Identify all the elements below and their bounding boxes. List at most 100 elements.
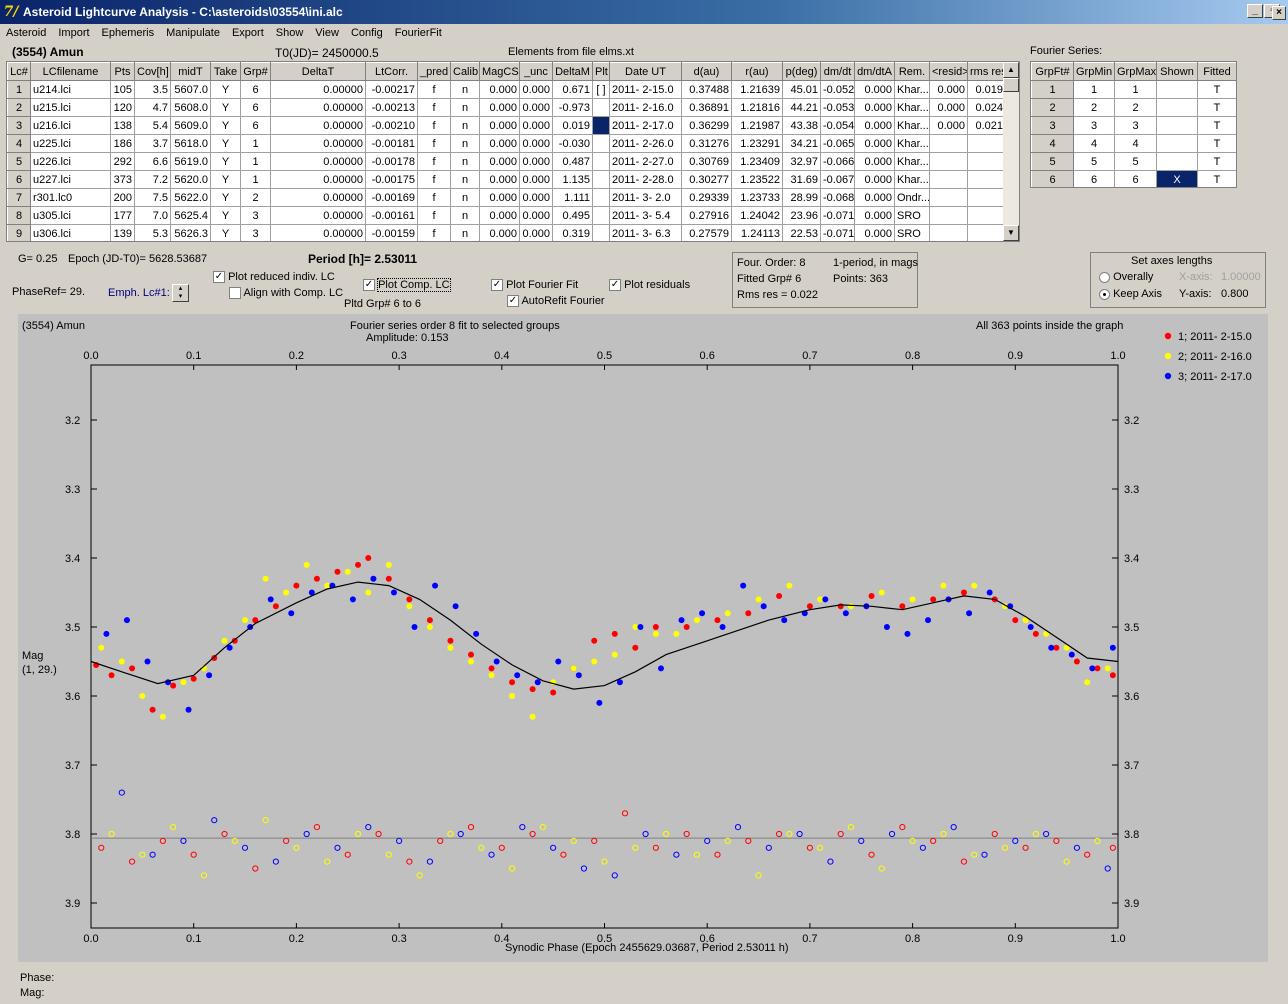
lc-col-header[interactable]: r(au): [731, 62, 783, 81]
lc-cell[interactable]: Y: [210, 80, 241, 99]
fourier-col-header[interactable]: GrpMin: [1073, 62, 1115, 81]
lc-cell[interactable]: 32.97: [782, 152, 821, 171]
lc-col-header[interactable]: Rem.: [894, 62, 930, 81]
lc-cell[interactable]: 1: [240, 134, 271, 153]
lc-cell[interactable]: -0.00159: [365, 224, 418, 241]
lc-cell[interactable]: f: [417, 188, 451, 207]
plot-fourier-checkbox[interactable]: ✓ Plot Fourier Fit: [491, 279, 578, 292]
lc-col-header[interactable]: Cov[h]: [134, 62, 171, 81]
lc-cell[interactable]: 0.000: [519, 116, 553, 135]
fourier-cell[interactable]: 2: [1073, 98, 1115, 117]
fourier-cell[interactable]: 6: [1073, 170, 1115, 187]
row-header[interactable]: 7: [7, 188, 31, 207]
lc-cell[interactable]: 0.00000: [270, 98, 366, 117]
lc-cell[interactable]: 1: [240, 170, 271, 189]
lc-cell[interactable]: n: [450, 224, 480, 241]
lc-cell[interactable]: 22.53: [782, 224, 821, 241]
lc-cell[interactable]: 200: [110, 188, 135, 207]
lc-col-header[interactable]: Grp#: [240, 62, 271, 81]
lc-cell[interactable]: 177: [110, 206, 135, 225]
lc-table-row[interactable]: 6 u227.lci 373 7.2 5620.0 Y 1 0.00000 -0.00175 f n…: [7, 170, 1006, 189]
lc-cell[interactable]: 0.00000: [270, 80, 366, 99]
lc-cell[interactable]: u305.lci: [30, 206, 111, 225]
lc-cell[interactable]: f: [417, 152, 451, 171]
plot-residuals-checkbox[interactable]: ✓ Plot residuals: [609, 279, 690, 292]
lc-cell[interactable]: 3.7: [134, 134, 171, 153]
lc-cell[interactable]: 23.96: [782, 206, 821, 225]
lc-cell[interactable]: 0.000: [479, 80, 520, 99]
fourier-cell[interactable]: 1: [1073, 80, 1115, 99]
lc-cell[interactable]: 0.00000: [270, 188, 366, 207]
menu-manipulate[interactable]: Manipulate: [160, 24, 226, 42]
lc-cell[interactable]: [967, 224, 1006, 241]
lc-cell[interactable]: [592, 224, 610, 241]
lc-cell[interactable]: 0.31276: [681, 134, 732, 153]
lc-cell[interactable]: 0.000: [479, 98, 520, 117]
lc-cell[interactable]: Y: [210, 188, 241, 207]
lc-cell[interactable]: Ondr...: [894, 188, 930, 207]
lc-cell[interactable]: 5608.0: [170, 98, 211, 117]
lc-cell[interactable]: 0.000: [519, 224, 553, 241]
lc-cell[interactable]: 5622.0: [170, 188, 211, 207]
lc-cell[interactable]: 0.00000: [270, 116, 366, 135]
lc-col-header[interactable]: DeltaM: [552, 62, 593, 81]
lc-col-header[interactable]: Plt: [592, 62, 610, 81]
lc-col-header[interactable]: _pred: [417, 62, 451, 81]
overally-radio[interactable]: Overally: [1099, 271, 1153, 283]
lc-cell[interactable]: 1.111: [552, 188, 593, 207]
fourier-row-header[interactable]: 4: [1031, 134, 1074, 153]
lc-cell[interactable]: 5625.4: [170, 206, 211, 225]
lc-table-row[interactable]: 3 u216.lci 138 5.4 5609.0 Y 6 0.00000 -0.00210 f n…: [7, 116, 1006, 135]
lc-cell[interactable]: 6: [240, 98, 271, 117]
lc-cell[interactable]: 0.36299: [681, 116, 732, 135]
lc-table-row[interactable]: 4 u225.lci 186 3.7 5618.0 Y 1 0.00000 -0.00181 f n…: [7, 134, 1006, 153]
menu-ephemeris[interactable]: Ephemeris: [96, 24, 161, 42]
lc-cell[interactable]: 0.000: [854, 134, 895, 153]
lc-cell[interactable]: 138: [110, 116, 135, 135]
lc-cell[interactable]: 0.000: [519, 98, 553, 117]
lc-cell[interactable]: 0.487: [552, 152, 593, 171]
fourier-row[interactable]: 333T: [1031, 116, 1236, 135]
lc-cell[interactable]: -0.053: [820, 98, 855, 117]
fourier-cell[interactable]: X: [1156, 170, 1198, 187]
lc-cell[interactable]: 0.00000: [270, 152, 366, 171]
lc-cell[interactable]: 0.000: [519, 206, 553, 225]
row-header[interactable]: 4: [7, 134, 31, 153]
lc-cell[interactable]: n: [450, 206, 480, 225]
lc-col-header[interactable]: MagCS: [479, 62, 520, 81]
lc-cell[interactable]: 3: [240, 224, 271, 241]
fourier-row-header[interactable]: 3: [1031, 116, 1074, 135]
lc-cell[interactable]: n: [450, 80, 480, 99]
lc-cell[interactable]: 0.36891: [681, 98, 732, 117]
lc-cell[interactable]: [592, 98, 610, 117]
lightcurve-chart[interactable]: 0.00.00.10.10.20.20.30.30.40.40.50.50.60…: [18, 314, 1268, 962]
lc-col-header[interactable]: d(au): [681, 62, 732, 81]
lc-cell[interactable]: 0.000: [479, 152, 520, 171]
lc-cell[interactable]: 1.21639: [731, 80, 783, 99]
lc-cell[interactable]: 0.495: [552, 206, 593, 225]
fourier-row[interactable]: 444T: [1031, 134, 1236, 153]
lc-cell[interactable]: n: [450, 98, 480, 117]
lc-cell[interactable]: r301.lc0: [30, 188, 111, 207]
fourier-col-header[interactable]: GrpMax: [1114, 62, 1157, 81]
lc-cell[interactable]: n: [450, 116, 480, 135]
fourier-cell[interactable]: T: [1197, 152, 1236, 171]
lc-cell[interactable]: [929, 152, 968, 171]
lc-cell[interactable]: 0.30769: [681, 152, 732, 171]
lc-cell[interactable]: 3.5: [134, 80, 171, 99]
lc-cell[interactable]: 0.000: [479, 206, 520, 225]
lc-cell[interactable]: -0.066: [820, 152, 855, 171]
lc-cell[interactable]: 43.38: [782, 116, 821, 135]
lc-cell[interactable]: u216.lci: [30, 116, 111, 135]
lc-cell[interactable]: 0.021: [967, 116, 1006, 135]
lc-cell[interactable]: [592, 152, 610, 171]
lc-cell[interactable]: 7.5: [134, 188, 171, 207]
lc-cell[interactable]: f: [417, 134, 451, 153]
lc-cell[interactable]: 34.21: [782, 134, 821, 153]
lc-cell[interactable]: n: [450, 170, 480, 189]
lc-col-header[interactable]: midT: [170, 62, 211, 81]
minimize-icon[interactable]: _: [1247, 4, 1263, 18]
lc-cell[interactable]: Khar...: [894, 134, 930, 153]
lc-cell[interactable]: Y: [210, 170, 241, 189]
fourier-row-header[interactable]: 6: [1031, 170, 1074, 187]
